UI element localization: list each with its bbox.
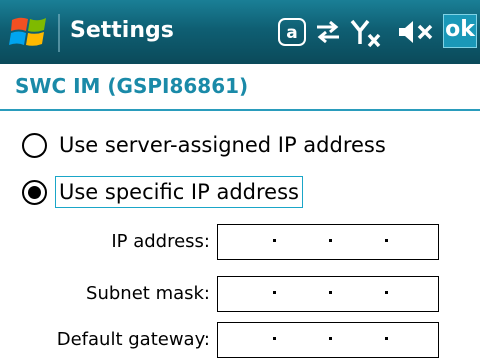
option-label[interactable]: Use specific IP address [55, 176, 303, 208]
at-icon[interactable]: a [278, 18, 306, 50]
default-gateway-field[interactable] [217, 322, 439, 358]
ok-button[interactable]: ok [443, 14, 477, 48]
default-gateway-label: Default gateway: [56, 329, 210, 350]
page-title: SWC IM (GSPI86861) [15, 74, 249, 98]
app-title: Settings [70, 18, 174, 43]
title-separator [58, 14, 60, 52]
title-bar: Settings a ok [0, 0, 480, 64]
octet-separator [385, 291, 388, 294]
subnet-mask-field[interactable] [217, 276, 439, 312]
connectivity-icon[interactable] [313, 18, 343, 50]
windows-start-icon[interactable] [8, 12, 52, 54]
option-label[interactable]: Use server-assigned IP address [59, 130, 386, 160]
radio-selected-dot [28, 186, 41, 199]
ip-address-label: IP address: [111, 231, 210, 252]
octet-separator [273, 337, 276, 340]
speaker-muted-icon[interactable] [397, 18, 437, 50]
svg-text:a: a [286, 23, 297, 43]
ip-address-field[interactable] [217, 224, 439, 260]
no-signal-icon[interactable] [350, 18, 384, 54]
radio-specific-ip[interactable] [22, 180, 47, 205]
octet-separator [273, 291, 276, 294]
title-divider [0, 109, 480, 111]
octet-separator [385, 337, 388, 340]
radio-server-assigned-ip[interactable] [22, 133, 47, 158]
octet-separator [329, 239, 332, 242]
octet-separator [329, 337, 332, 340]
octet-separator [385, 239, 388, 242]
octet-separator [273, 239, 276, 242]
octet-separator [329, 291, 332, 294]
subnet-mask-label: Subnet mask: [86, 283, 210, 304]
